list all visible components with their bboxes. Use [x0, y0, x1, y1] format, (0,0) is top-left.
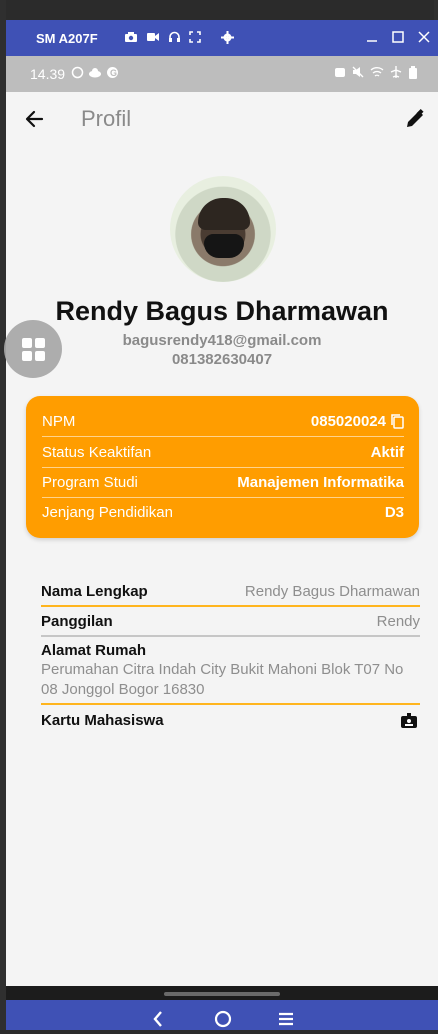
airplane-icon	[390, 66, 402, 82]
fullscreen-icon[interactable]	[188, 31, 201, 45]
wifi-off-icon	[370, 66, 384, 82]
video-icon[interactable]	[146, 31, 160, 45]
navigation-bar	[6, 1000, 438, 1030]
nav-home-icon[interactable]	[214, 1008, 232, 1034]
profile-email: bagusrendy418@gmail.com	[122, 332, 322, 349]
edit-button[interactable]	[404, 108, 426, 130]
cloud-icon	[88, 66, 102, 82]
maximize-icon[interactable]	[392, 30, 404, 46]
card-row-value: D3	[384, 503, 404, 521]
detail-address-value: Perumahan Citra Indah City Bukit Mahoni …	[41, 661, 404, 698]
svg-text:G: G	[110, 68, 117, 78]
copy-icon[interactable]	[390, 413, 404, 429]
card-row-value: Manajemen Informatika	[237, 473, 404, 491]
camera-icon[interactable]	[124, 31, 138, 45]
detail-student-card[interactable]: Kartu Mahasiswa	[41, 709, 420, 731]
home-handle[interactable]	[164, 992, 280, 996]
id-badge-icon[interactable]	[400, 711, 418, 729]
card-row-level: Jenjang Pendidikan D3	[42, 497, 404, 527]
nav-recents-icon[interactable]	[278, 1008, 294, 1034]
avatar-mask	[204, 234, 244, 258]
divider	[41, 703, 420, 705]
academic-info-card: NPM 085020024 Status Keaktifan Aktif Pro…	[26, 396, 419, 538]
card-row-program: Program Studi Manajemen Informatika	[42, 467, 404, 498]
detail-nickname: Panggilan Rendy	[41, 611, 420, 631]
grid-icon-cell	[35, 351, 45, 361]
card-row-value: 085020024	[310, 412, 386, 430]
detail-label: Nama Lengkap	[41, 582, 148, 600]
detail-value: Rendy	[376, 612, 420, 630]
avatar	[170, 176, 276, 282]
card-row-label: Jenjang Pendidikan	[42, 503, 173, 521]
app-bar: Profil	[6, 92, 438, 146]
app-notification-icon: G	[106, 66, 119, 82]
page-title: Profil	[81, 106, 132, 131]
window-title: SM A207F	[36, 30, 98, 46]
window-titlebar: SM A207F	[6, 20, 438, 56]
card-row-label: Program Studi	[42, 473, 138, 491]
phone-screen: 14.39 G Profil Rendy Bagus Dharmawan bag…	[4, 56, 438, 1030]
detail-address-label: Alamat Rumah	[41, 642, 147, 659]
detail-value: Rendy Bagus Dharmawan	[244, 582, 420, 600]
avatar-hair	[198, 198, 250, 230]
card-row-value: Aktif	[370, 443, 404, 461]
grid-icon-cell	[22, 351, 32, 361]
nav-back-icon[interactable]	[152, 1008, 164, 1034]
window-toolbar	[124, 30, 234, 46]
whatsapp-icon	[71, 66, 84, 82]
detail-label: Kartu Mahasiswa	[41, 711, 164, 729]
card-row-label: Status Keaktifan	[42, 443, 152, 461]
profile-name: Rendy Bagus Dharmawan	[55, 296, 389, 326]
battery-icon	[408, 66, 418, 82]
divider	[41, 605, 420, 607]
card-row-status: Status Keaktifan Aktif	[42, 437, 404, 468]
profile-phone: 081382630407	[171, 351, 273, 368]
detail-label: Panggilan	[41, 612, 113, 630]
close-icon[interactable]	[418, 30, 430, 46]
minimize-icon[interactable]	[366, 30, 378, 46]
status-bar: 14.39 G	[6, 56, 438, 92]
settings-icon[interactable]	[220, 30, 234, 46]
card-row-npm: NPM 085020024	[42, 406, 404, 437]
grid-icon-cell	[35, 338, 45, 348]
headset-icon[interactable]	[168, 31, 181, 45]
status-time: 14.39	[30, 66, 66, 82]
detail-full-name: Nama Lengkap Rendy Bagus Dharmawan	[41, 581, 420, 601]
card-row-label: NPM	[42, 412, 76, 430]
pencil-icon	[407, 108, 424, 127]
back-button[interactable]	[22, 106, 48, 132]
divider	[41, 635, 420, 637]
alarm-icon	[334, 66, 346, 82]
grid-icon	[22, 338, 32, 348]
arrow-left-icon	[25, 110, 44, 128]
mute-icon	[352, 66, 364, 82]
floating-apps-button[interactable]	[4, 320, 62, 378]
